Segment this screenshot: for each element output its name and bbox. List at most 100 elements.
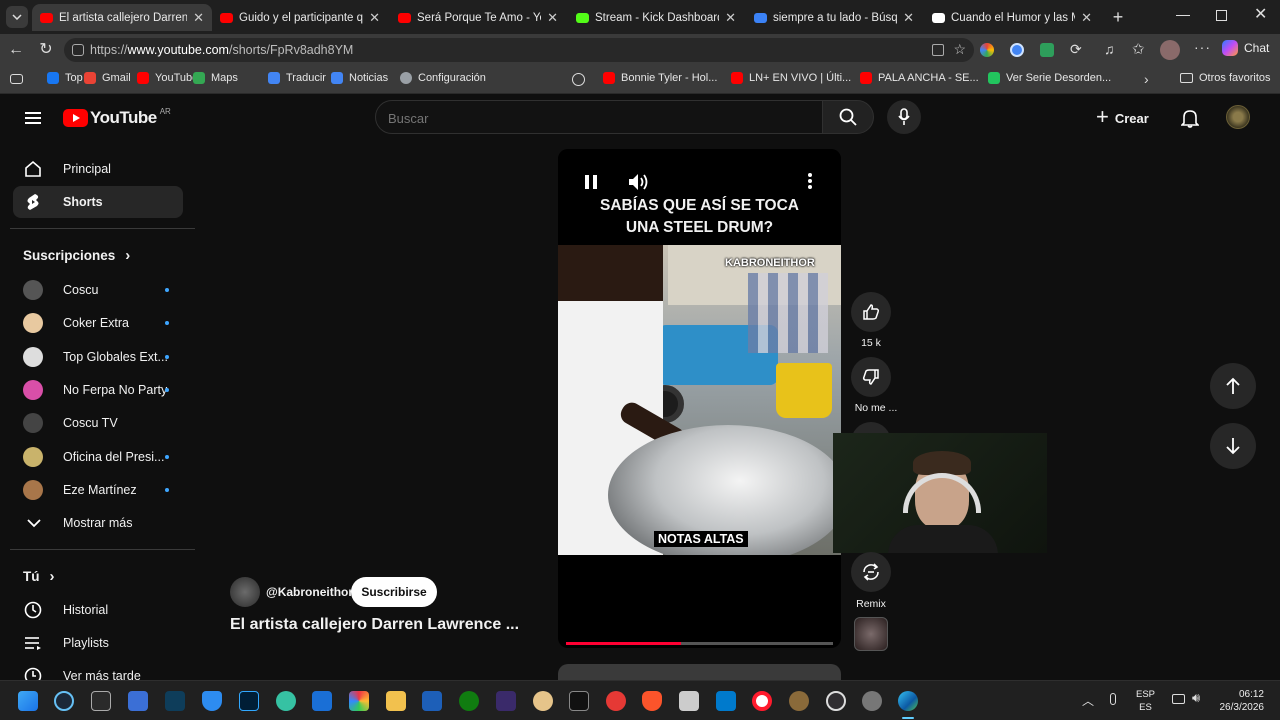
edge-icon[interactable]: [898, 691, 918, 711]
channel-avatar[interactable]: [230, 577, 260, 607]
hamburger-menu-icon[interactable]: [25, 112, 41, 124]
subscription-item[interactable]: Coscu: [13, 274, 183, 306]
file-explorer-icon[interactable]: [386, 691, 406, 711]
language-indicator[interactable]: ESP ES: [1136, 688, 1155, 714]
browser-tab[interactable]: El artista callejero Darren ✕: [32, 4, 212, 31]
youtube-logo[interactable]: YouTube AR: [63, 107, 171, 128]
microphone-tray-icon[interactable]: [1110, 693, 1116, 705]
browser-tab[interactable]: Guido y el participante que e ✕: [212, 4, 388, 31]
pause-button[interactable]: [585, 175, 597, 189]
app-icon-purple[interactable]: [496, 691, 516, 711]
extensions-puzzle-icon[interactable]: ⟳: [1070, 41, 1082, 58]
app-icon-colorful[interactable]: [349, 691, 369, 711]
brave-icon[interactable]: [642, 691, 662, 711]
close-tab-icon[interactable]: ✕: [1081, 10, 1092, 26]
short-player[interactable]: SABÍAS QUE ASÍ SE TOCA UNA STEEL DRUM? K…: [558, 149, 841, 648]
settings-icon[interactable]: [862, 691, 882, 711]
player-more-options-icon[interactable]: [808, 173, 812, 189]
performance-icon[interactable]: ♫: [1104, 41, 1115, 57]
subscription-item[interactable]: Eze Martínez: [13, 474, 183, 506]
epic-games-icon[interactable]: [91, 691, 111, 711]
browser-tab[interactable]: siempre a tu lado - Búsqueda ✕: [746, 4, 922, 31]
app-icon-blue[interactable]: [128, 691, 148, 711]
next-short-preview[interactable]: [558, 664, 841, 680]
app-icon-white[interactable]: [679, 691, 699, 711]
bookmark-item[interactable]: Configuración: [400, 72, 486, 84]
extension-icon-3[interactable]: [1040, 43, 1054, 57]
photoshop-icon[interactable]: [239, 691, 259, 711]
subscription-item[interactable]: Oficina del Presi...: [13, 441, 183, 473]
you-header[interactable]: Tú ›: [23, 568, 55, 585]
other-favorites-folder[interactable]: Otros favoritos: [1180, 72, 1271, 84]
usb-util-icon[interactable]: [422, 691, 442, 711]
next-short-button[interactable]: [1210, 423, 1256, 469]
terminal-icon[interactable]: [569, 691, 589, 711]
subscription-item[interactable]: Top Globales Ext...: [13, 341, 183, 373]
browser-tab[interactable]: Cuando el Humor y las Mate ✕: [924, 4, 1100, 31]
sidebar-item-history[interactable]: Historial: [13, 594, 183, 626]
subscription-item[interactable]: Coker Extra: [13, 307, 183, 339]
maximize-button[interactable]: [1216, 10, 1227, 21]
tray-chevron-up-icon[interactable]: ︿: [1082, 692, 1094, 709]
subscription-item[interactable]: No Ferpa No Party: [13, 374, 183, 406]
browser-tab[interactable]: Será Porque Te Amo - YouTub ✕: [390, 4, 566, 31]
previous-short-button[interactable]: [1210, 363, 1256, 409]
dislike-button[interactable]: [851, 357, 891, 397]
site-info-icon[interactable]: [72, 44, 84, 56]
progress-track[interactable]: [566, 642, 833, 645]
favorite-star-icon[interactable]: ☆: [953, 41, 966, 58]
anydesk-icon[interactable]: [606, 691, 626, 711]
show-more-button[interactable]: Mostrar más: [13, 507, 183, 539]
bookmark-item[interactable]: PALA ANCHA - SE...: [860, 72, 979, 84]
new-tab-button[interactable]: +: [1108, 7, 1128, 27]
network-icon[interactable]: [1172, 694, 1185, 704]
bookmark-item[interactable]: LN+ EN VIVO | Últi...: [731, 72, 851, 84]
sidebar-item-home[interactable]: Principal: [13, 153, 183, 185]
like-button[interactable]: [851, 292, 891, 332]
extension-icon-2[interactable]: [1010, 43, 1024, 57]
browser-tab[interactable]: Stream - Kick Dashboard ✕: [568, 4, 744, 31]
app-icon[interactable]: [932, 44, 944, 56]
close-tab-icon[interactable]: ✕: [903, 10, 914, 26]
more-menu-icon[interactable]: ···: [1194, 39, 1211, 55]
bookmarks-overflow-chevron-icon[interactable]: ›: [1144, 71, 1149, 87]
shield-icon[interactable]: [202, 691, 222, 711]
search-button[interactable]: [822, 100, 874, 134]
voice-search-button[interactable]: [887, 100, 921, 134]
app-icon-character[interactable]: [789, 691, 809, 711]
bookmark-item[interactable]: Gmail: [84, 72, 131, 84]
app-icon-drink[interactable]: [533, 691, 553, 711]
subscriptions-header[interactable]: Suscripciones ›: [23, 247, 130, 264]
globe-app-icon[interactable]: [276, 691, 296, 711]
favorites-icon[interactable]: ✩: [1132, 40, 1145, 58]
tab-list-button[interactable]: [6, 6, 28, 28]
close-tab-icon[interactable]: ✕: [725, 10, 736, 26]
url-field[interactable]: https://www.youtube.com/shorts/FpRv8adh8…: [64, 38, 974, 62]
bookmark-item[interactable]: Top: [47, 72, 83, 84]
sidebar-item-shorts[interactable]: Shorts: [13, 186, 183, 218]
minimize-button[interactable]: [1176, 8, 1190, 22]
copilot-chat-button[interactable]: Chat: [1222, 40, 1269, 56]
obs-icon[interactable]: [826, 691, 846, 711]
vscode-icon[interactable]: [716, 691, 736, 711]
opera-icon[interactable]: [752, 691, 772, 711]
profile-avatar[interactable]: [1160, 40, 1180, 60]
sidebar-item-playlists[interactable]: Playlists: [13, 627, 183, 659]
capture-app-icon[interactable]: [312, 691, 332, 711]
search-input[interactable]: [388, 108, 788, 128]
reload-button[interactable]: ↻: [36, 40, 56, 60]
close-tab-icon[interactable]: ✕: [547, 10, 558, 26]
close-tab-icon[interactable]: ✕: [193, 10, 204, 26]
audio-thumbnail[interactable]: [854, 617, 888, 651]
bookmark-item[interactable]: Ver Serie Desorden...: [988, 72, 1111, 84]
close-window-button[interactable]: ✕: [1254, 4, 1267, 24]
subscribe-button[interactable]: Suscribirse: [351, 577, 437, 607]
steam-icon[interactable]: [54, 691, 74, 711]
bookmark-item[interactable]: Maps: [193, 72, 238, 84]
windows-start-icon[interactable]: [18, 691, 38, 711]
bookmark-item[interactable]: Traducir: [268, 72, 326, 84]
tab-actions-icon[interactable]: [10, 74, 23, 84]
extension-icon-1[interactable]: [980, 43, 994, 57]
back-button[interactable]: ←: [6, 40, 26, 60]
globe-bookmark-icon[interactable]: [572, 73, 585, 86]
